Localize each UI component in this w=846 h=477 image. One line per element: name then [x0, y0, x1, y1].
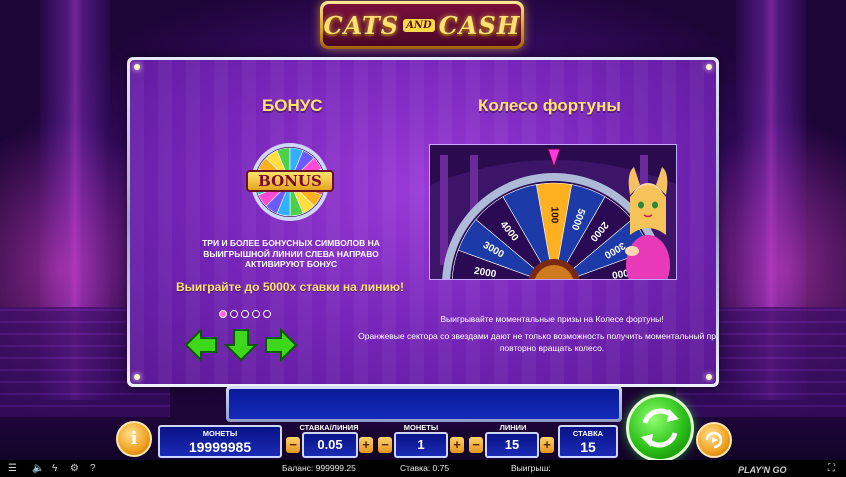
page-dot[interactable]: [241, 310, 249, 318]
logo-word-cash: CASH: [438, 10, 521, 40]
help-icon[interactable]: ?: [90, 460, 96, 477]
bet-per-line-minus-button[interactable]: −: [286, 437, 300, 453]
lines-plus-button[interactable]: +: [540, 437, 554, 453]
lines-value: 15: [485, 432, 539, 458]
bonus-symbol-label: BONUS: [246, 170, 334, 192]
turbo-icon[interactable]: ϟ: [52, 460, 57, 477]
corner-bulb: [706, 64, 712, 70]
coins-per-line-minus-button[interactable]: −: [378, 437, 392, 453]
bonus-max-win: Выиграйте до 5000х ставки на линию!: [176, 280, 404, 294]
total-bet-label: СТАВКА: [572, 429, 604, 438]
game-logo: CATS AND CASH: [320, 1, 524, 49]
fullscreen-icon[interactable]: ⛶: [828, 460, 835, 477]
corner-bulb: [134, 374, 140, 380]
corner-bulb: [706, 374, 712, 380]
total-bet-value: 15: [580, 439, 596, 455]
status-bar: ☰ 🔈 ϟ ⚙ ? Баланс: 999999.25 Ставка: 0.75…: [0, 460, 846, 477]
cat-mascot: [625, 167, 670, 279]
provider-logo: PLAY'N GO: [738, 465, 787, 475]
game-screen: CATS AND CASH БОНУС Колесо фортуны BONUS: [0, 0, 846, 477]
balance-readout: Баланс: 999999.25: [282, 463, 356, 473]
coins-per-line-value: 1: [394, 432, 448, 458]
lines-minus-button[interactable]: −: [469, 437, 483, 453]
bet-readout: Ставка: 0.75: [400, 463, 450, 473]
bet-per-line-plus-button[interactable]: +: [359, 437, 373, 453]
autoplay-button[interactable]: [696, 422, 732, 458]
bonus-heading: БОНУС: [262, 96, 323, 115]
wheel-of-fortune-heading: Колесо фортуны: [478, 96, 621, 115]
message-bar: [226, 386, 622, 422]
spin-arrows-icon: [641, 408, 679, 448]
coins-balance-value: 19999985: [188, 439, 252, 455]
corner-bulb: [134, 64, 140, 70]
wheel-description: Выигрывайте моментальные призы на Колесе…: [342, 313, 716, 359]
logo-word-cats: CATS: [323, 10, 400, 40]
page-dot[interactable]: [219, 310, 227, 318]
previous-page-arrow-icon[interactable]: [184, 328, 218, 362]
settings-gear-icon[interactable]: ⚙: [70, 460, 79, 477]
wheel-description-line-2: Оранжевые сектора со звездами дают не то…: [358, 331, 716, 353]
close-paytable-arrow-icon[interactable]: [224, 328, 258, 362]
autoplay-icon: [705, 431, 723, 449]
sound-icon[interactable]: 🔈: [32, 460, 44, 477]
next-page-arrow-icon[interactable]: [264, 328, 298, 362]
bet-per-line-value: 0.05: [302, 432, 358, 458]
bonus-symbol: BONUS: [246, 142, 334, 222]
page-dot[interactable]: [263, 310, 271, 318]
total-bet-box: СТАВКА 15: [558, 425, 618, 458]
paytable-panel: БОНУС Колесо фортуны BONUS ТРИ И БОЛЕЕ Б…: [127, 57, 719, 387]
bet-per-line-label: СТАВКА/ЛИНИЯ: [299, 423, 359, 432]
coins-balance-box: МОНЕТЫ 19999985: [158, 425, 282, 458]
wheel-description-line-1: Выигрывайте моментальные призы на Колесе…: [440, 314, 664, 324]
coins-per-line-label: МОНЕТЫ: [403, 423, 439, 432]
bonus-description: ТРИ И БОЛЕЕ БОНУСНЫХ СИМВОЛОВ НА ВЫИГРЫШ…: [202, 238, 380, 269]
menu-icon[interactable]: ☰: [8, 460, 17, 477]
wheel-of-fortune-image: 20003000400010050002000300050002000: [429, 144, 677, 280]
page-dot[interactable]: [230, 310, 238, 318]
lines-label: ЛИНИИ: [499, 423, 527, 432]
wheel-prize-value: 100: [548, 207, 559, 224]
spin-button[interactable]: [626, 394, 694, 462]
page-dot[interactable]: [252, 310, 260, 318]
info-button[interactable]: i: [116, 421, 152, 457]
wheel-illustration: 20003000400010050002000300050002000: [430, 145, 676, 279]
coins-balance-label: МОНЕТЫ: [202, 429, 238, 438]
win-readout: Выигрыш:: [511, 463, 551, 473]
logo-word-and: AND: [403, 18, 435, 32]
coins-per-line-plus-button[interactable]: +: [450, 437, 464, 453]
page-indicator: [219, 310, 271, 318]
